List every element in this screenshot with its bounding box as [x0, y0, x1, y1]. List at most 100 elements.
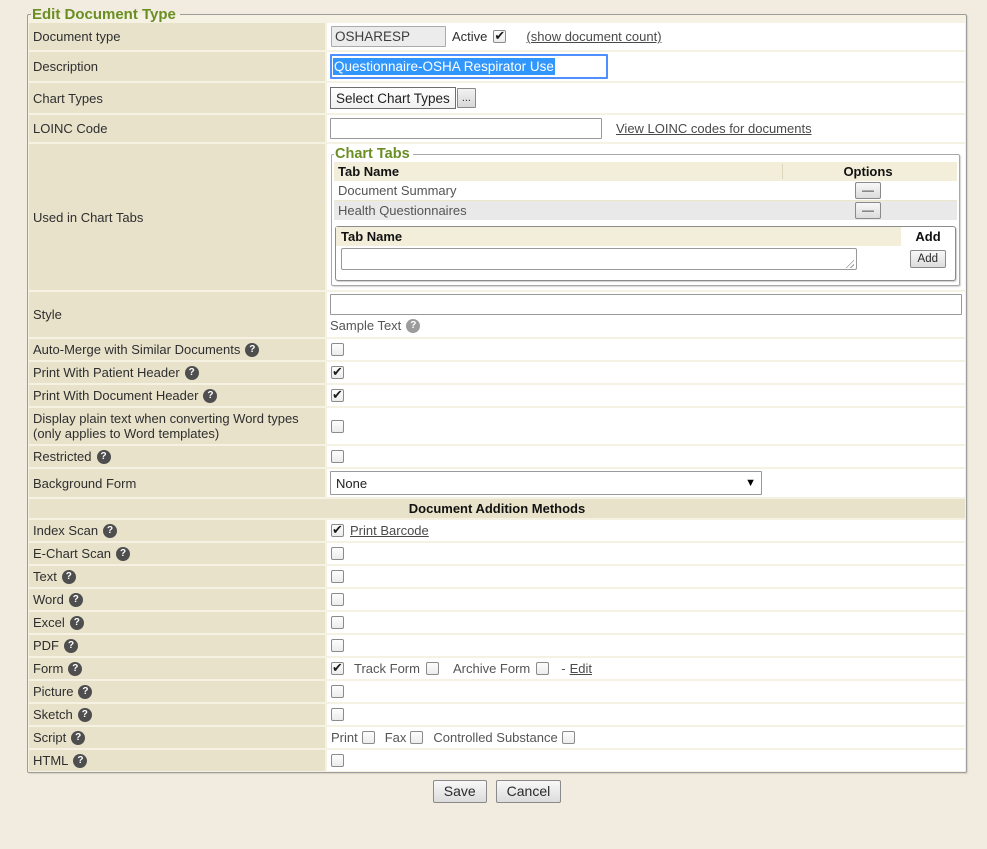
- restricted-checkbox[interactable]: [331, 450, 344, 463]
- cancel-button[interactable]: Cancel: [496, 780, 562, 803]
- text-checkbox[interactable]: [331, 570, 344, 583]
- row-text: Text?: [29, 566, 965, 587]
- help-icon[interactable]: ?: [73, 754, 87, 768]
- auto-merge-checkbox[interactable]: [331, 343, 344, 356]
- background-form-select[interactable]: None ▼: [330, 471, 762, 495]
- script-print-checkbox[interactable]: [362, 731, 375, 744]
- script-print-label: Print: [331, 730, 358, 745]
- help-icon[interactable]: ?: [103, 524, 117, 538]
- style-field[interactable]: [330, 294, 962, 315]
- print-patient-header-checkbox[interactable]: [331, 366, 344, 379]
- excel-checkbox[interactable]: [331, 616, 344, 629]
- page-title: Edit Document Type: [31, 6, 180, 23]
- print-barcode-link[interactable]: Print Barcode: [350, 523, 429, 538]
- chart-tabs-legend: Chart Tabs: [334, 146, 413, 162]
- help-icon[interactable]: ?: [70, 616, 84, 630]
- script-fax-label: Fax: [385, 730, 407, 745]
- chart-types-browse-button[interactable]: ...: [457, 88, 476, 108]
- picture-label: Picture: [33, 684, 73, 699]
- help-icon[interactable]: ?: [203, 389, 217, 403]
- selected-text: Questionnaire-OSHA Respirator Use: [333, 58, 555, 75]
- description-field[interactable]: Questionnaire-OSHA Respirator Use: [330, 54, 608, 79]
- sketch-checkbox[interactable]: [331, 708, 344, 721]
- help-icon[interactable]: ?: [69, 593, 83, 607]
- sketch-label: Sketch: [33, 707, 73, 722]
- row-description: Description Questionnaire-OSHA Respirato…: [29, 52, 965, 81]
- echart-scan-label: E-Chart Scan: [33, 546, 111, 561]
- remove-tab-button[interactable]: —: [855, 182, 881, 199]
- row-print-document-header: Print With Document Header?: [29, 385, 965, 406]
- pdf-checkbox[interactable]: [331, 639, 344, 652]
- help-icon[interactable]: ?: [245, 343, 259, 357]
- word-checkbox[interactable]: [331, 593, 344, 606]
- html-label: HTML: [33, 753, 68, 768]
- add-tab-name-column-header: Tab Name: [336, 227, 901, 246]
- remove-tab-button[interactable]: —: [855, 202, 881, 219]
- form-checkbox[interactable]: [331, 662, 344, 675]
- auto-merge-label: Auto-Merge with Similar Documents: [33, 342, 240, 357]
- print-document-header-label: Print With Document Header: [33, 388, 198, 403]
- html-checkbox[interactable]: [331, 754, 344, 767]
- dash-text: -: [561, 661, 565, 676]
- dropdown-arrow-icon: ▼: [745, 477, 756, 489]
- row-script: Script? Print Fax Controlled Substance: [29, 727, 965, 748]
- track-form-checkbox[interactable]: [426, 662, 439, 675]
- help-icon[interactable]: ?: [71, 731, 85, 745]
- active-label: Active: [452, 29, 487, 44]
- sample-text-label: Sample Text: [330, 318, 401, 333]
- row-style: Style Sample Text ?: [29, 292, 965, 337]
- print-document-header-checkbox[interactable]: [331, 389, 344, 402]
- help-icon[interactable]: ?: [78, 685, 92, 699]
- row-echart-scan: E-Chart Scan?: [29, 543, 965, 564]
- help-icon[interactable]: ?: [406, 319, 420, 333]
- controlled-substance-label: Controlled Substance: [433, 730, 557, 745]
- index-scan-label: Index Scan: [33, 523, 98, 538]
- row-print-patient-header: Print With Patient Header?: [29, 362, 965, 383]
- edit-form-link[interactable]: Edit: [570, 661, 592, 676]
- help-icon[interactable]: ?: [185, 366, 199, 380]
- description-label: Description: [29, 52, 325, 81]
- form-label: Form: [33, 661, 63, 676]
- track-form-label: Track Form: [354, 661, 420, 676]
- row-chart-types: Chart Types Select Chart Types ...: [29, 83, 965, 113]
- add-tab-button[interactable]: Add: [910, 250, 946, 268]
- picture-checkbox[interactable]: [331, 685, 344, 698]
- table-row: Health Questionnaires —: [334, 200, 957, 220]
- document-addition-methods-header: Document Addition Methods: [29, 499, 965, 518]
- word-label: Word: [33, 592, 64, 607]
- add-tab-panel: Tab Name Add Add: [335, 226, 956, 281]
- help-icon[interactable]: ?: [78, 708, 92, 722]
- loinc-code-field[interactable]: [330, 118, 602, 139]
- selected-option: None: [336, 476, 367, 491]
- help-icon[interactable]: ?: [97, 450, 111, 464]
- archive-form-label: Archive Form: [453, 661, 530, 676]
- active-checkbox[interactable]: [493, 30, 506, 43]
- pdf-label: PDF: [33, 638, 59, 653]
- help-icon[interactable]: ?: [64, 639, 78, 653]
- index-scan-checkbox[interactable]: [331, 524, 344, 537]
- controlled-substance-checkbox[interactable]: [562, 731, 575, 744]
- display-plain-text-label: Display plain text when converting Word …: [33, 411, 321, 441]
- archive-form-checkbox[interactable]: [536, 662, 549, 675]
- script-fax-checkbox[interactable]: [410, 731, 423, 744]
- new-tab-name-input[interactable]: [341, 248, 857, 270]
- row-index-scan: Index Scan? Print Barcode: [29, 520, 965, 541]
- row-html: HTML?: [29, 750, 965, 771]
- add-tab-header: Tab Name Add: [336, 227, 955, 246]
- help-icon[interactable]: ?: [68, 662, 82, 676]
- row-excel: Excel?: [29, 612, 965, 633]
- document-type-field[interactable]: [331, 26, 446, 47]
- show-document-count-link[interactable]: (show document count): [526, 29, 661, 44]
- select-chart-types-button[interactable]: Select Chart Types: [330, 87, 456, 109]
- help-icon[interactable]: ?: [62, 570, 76, 584]
- form-actions: Save Cancel: [0, 773, 987, 803]
- echart-scan-checkbox[interactable]: [331, 547, 344, 560]
- view-loinc-codes-link[interactable]: View LOINC codes for documents: [616, 121, 812, 136]
- row-picture: Picture?: [29, 681, 965, 702]
- save-button[interactable]: Save: [433, 780, 487, 803]
- help-icon[interactable]: ?: [116, 547, 130, 561]
- display-plain-text-checkbox[interactable]: [331, 420, 344, 433]
- excel-label: Excel: [33, 615, 65, 630]
- row-background-form: Background Form None ▼: [29, 469, 965, 497]
- background-form-label: Background Form: [29, 469, 325, 497]
